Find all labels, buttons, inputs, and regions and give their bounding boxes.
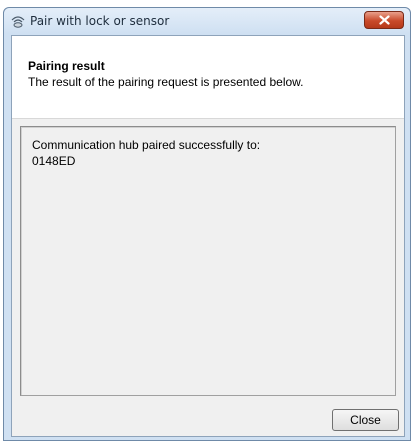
header-subtitle: The result of the pairing request is pre…	[28, 75, 304, 89]
title-bar[interactable]: Pair with lock or sensor	[4, 8, 410, 34]
window-close-button[interactable]	[364, 11, 404, 29]
window-title: Pair with lock or sensor	[30, 14, 170, 28]
dialog-window: Pair with lock or sensor Pairing result …	[3, 7, 411, 441]
wireless-sensor-icon	[11, 16, 25, 28]
close-button[interactable]: Close	[332, 409, 399, 431]
result-panel: Communication hub paired successfully to…	[20, 126, 396, 396]
dialog-header: Pairing result The result of the pairing…	[12, 36, 404, 119]
result-message: Communication hub paired successfully to…	[32, 138, 261, 152]
header-title: Pairing result	[28, 59, 105, 73]
dialog-content: Pairing result The result of the pairing…	[11, 35, 405, 437]
paired-device-id: 0148ED	[32, 154, 76, 168]
close-icon	[379, 15, 390, 25]
